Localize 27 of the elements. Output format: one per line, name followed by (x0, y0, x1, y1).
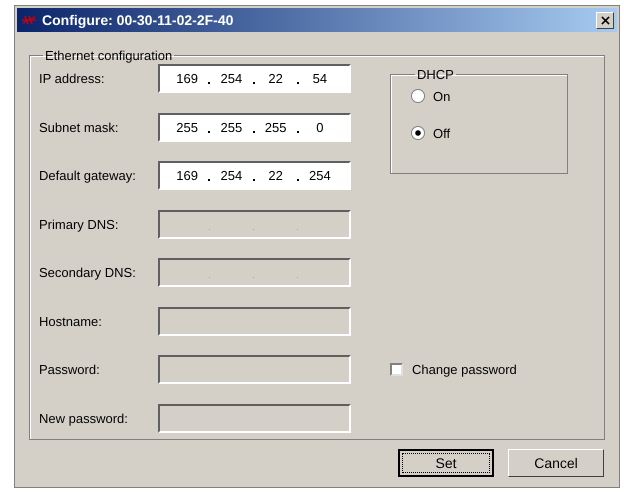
close-icon (600, 16, 610, 24)
ip-address-field[interactable]: 169 254 22 54 (158, 64, 351, 93)
ip-address-field[interactable]: 169 254 22 254 (158, 161, 351, 190)
app-icon (20, 14, 38, 26)
group-title: DHCP (416, 67, 455, 82)
radio-option[interactable]: Off (411, 123, 450, 143)
window-title: Configure: 00-30-11-02-2F-40 (42, 12, 234, 28)
ip-address-field[interactable]: 255 255 255 0 (158, 112, 351, 142)
dialog-button[interactable]: Cancel (508, 449, 604, 477)
checkbox-label: Change password (412, 362, 517, 377)
field-label: IP address: (39, 71, 106, 86)
field-label: Primary DNS: (39, 216, 120, 232)
close-button[interactable] (596, 12, 614, 28)
dialog-button[interactable]: Set (398, 449, 494, 477)
radio-option[interactable]: On (411, 86, 450, 106)
radio-button[interactable] (411, 89, 425, 103)
field-label: New password: (39, 410, 129, 426)
field-label: Subnet mask: (39, 120, 120, 134)
checkbox[interactable] (390, 363, 403, 376)
field-label: Hostname: (39, 314, 103, 328)
radio-label: On (433, 88, 450, 104)
radio-label: Off (433, 126, 450, 140)
group-title: Ethernet configuration (44, 48, 174, 63)
field-label: Default gateway: (39, 168, 137, 183)
field-label: Secondary DNS: (39, 265, 137, 280)
field-label: Password: (39, 362, 101, 377)
radio-button[interactable] (411, 126, 425, 140)
